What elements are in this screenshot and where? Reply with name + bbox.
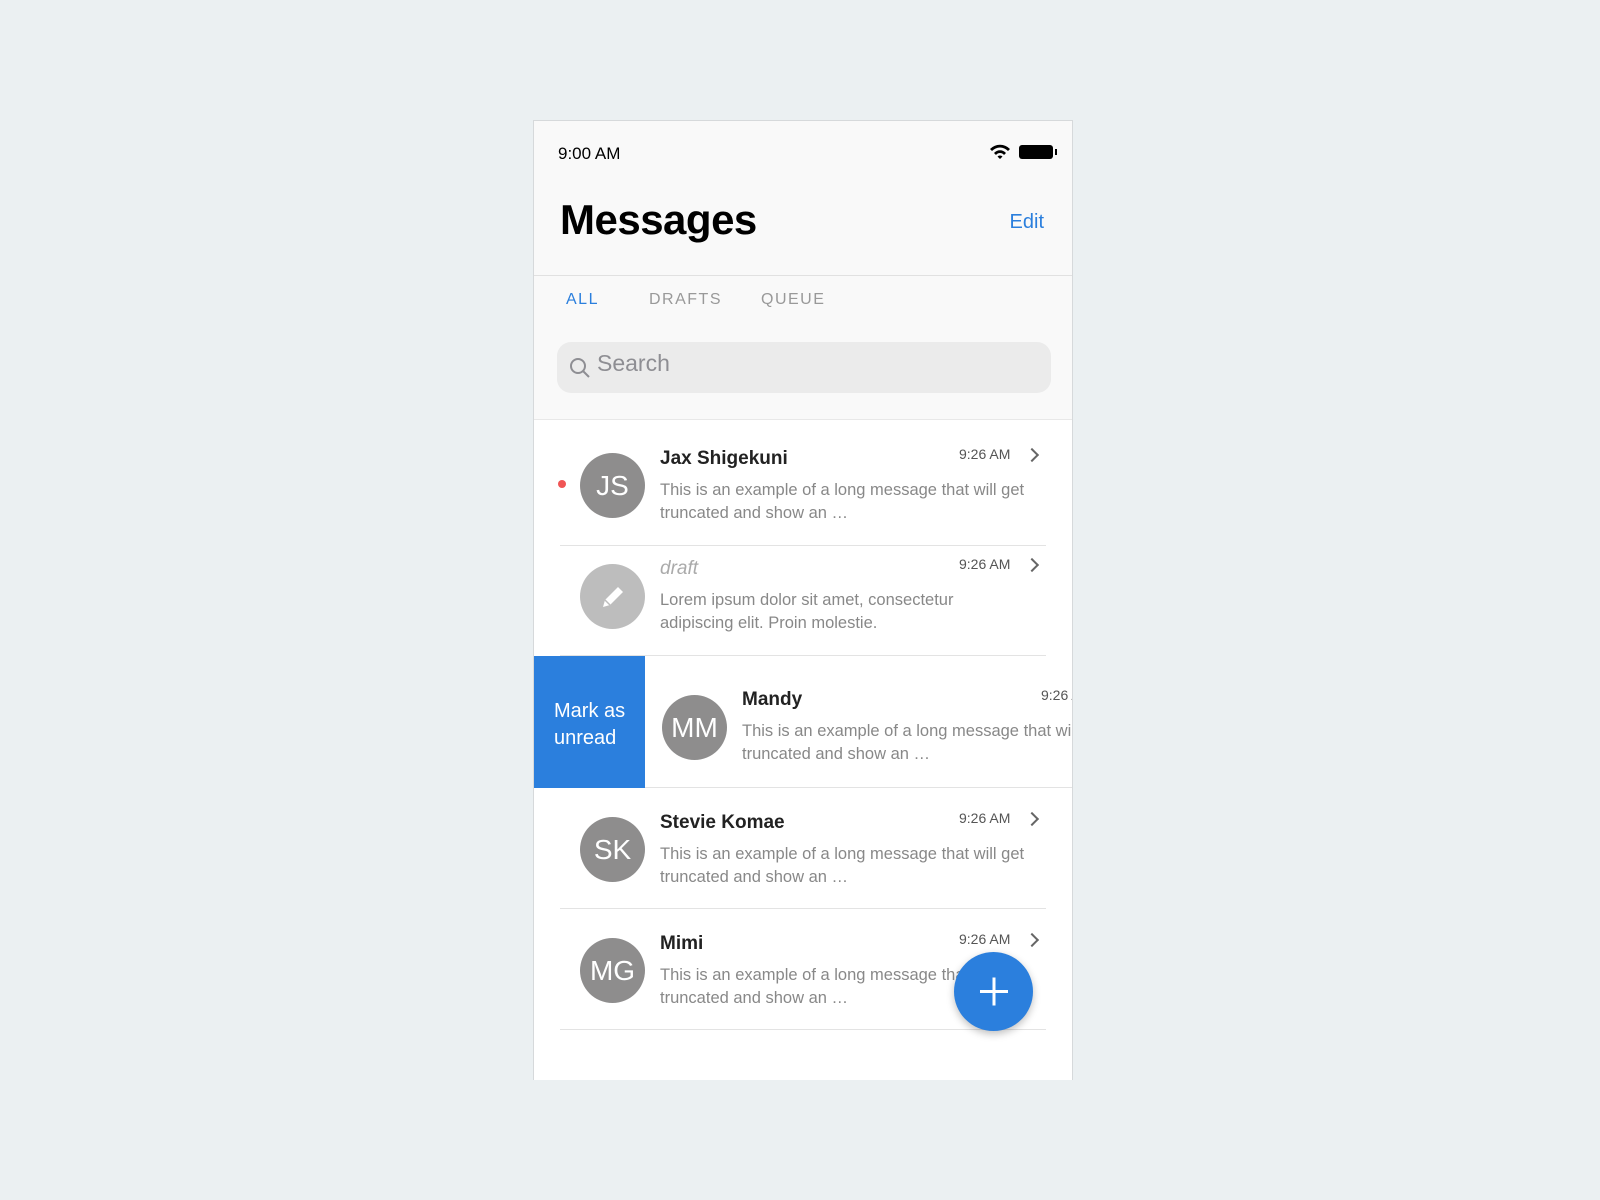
tab-all[interactable]: ALL <box>566 291 599 309</box>
message-time: 9:26 AM <box>959 931 1011 947</box>
message-time: 9:26 AM <box>959 446 1011 462</box>
draft-label: draft <box>660 558 699 579</box>
chevron-right-icon <box>1024 932 1040 948</box>
message-preview: This is an example of a long message tha… <box>742 722 1073 763</box>
edit-button[interactable]: Edit <box>1010 211 1044 234</box>
tab-drafts[interactable]: DRAFTS <box>649 291 722 309</box>
header: 9:00 AM Messages Edit ALL DRAFTS QUEUE <box>534 121 1072 419</box>
pencil-icon <box>602 586 623 607</box>
avatar: MG <box>580 938 645 1003</box>
compose-button[interactable] <box>954 952 1033 1031</box>
search-bar[interactable] <box>557 342 1051 393</box>
search-input[interactable] <box>597 350 1027 377</box>
sender-name: Jax Shigekuni <box>660 448 788 469</box>
message-time: 9:26 AM <box>959 556 1011 572</box>
sender-name: Stevie Komae <box>660 812 785 833</box>
draft-avatar <box>580 564 645 629</box>
sender-name: Mandy <box>742 689 803 710</box>
wifi-icon <box>990 144 1010 159</box>
divider <box>560 1029 1046 1030</box>
status-time: 9:00 AM <box>558 144 621 163</box>
unread-dot <box>558 480 566 488</box>
search-icon <box>570 358 590 378</box>
message-preview: This is an example of a long message tha… <box>660 481 1025 522</box>
avatar: JS <box>580 453 645 518</box>
page-title: Messages <box>560 196 757 243</box>
phone-screen: 9:00 AM Messages Edit ALL DRAFTS QUEUE J… <box>533 120 1073 1080</box>
battery-icon <box>1019 145 1057 159</box>
message-list: JS Jax Shigekuni 9:26 AM This is an exam… <box>534 419 1072 1030</box>
avatar: SK <box>580 817 645 882</box>
message-preview: Lorem ipsum dolor sit amet, consectetur … <box>660 591 954 632</box>
message-row-jax[interactable]: JS Jax Shigekuni 9:26 AM This is an exam… <box>534 420 1072 546</box>
message-row-mandy[interactable]: Mark as unread MM Mandy 9:26 AM This is … <box>534 656 1073 788</box>
message-row-stevie[interactable]: SK Stevie Komae 9:26 AM This is an examp… <box>534 789 1072 909</box>
message-time: 9:26 AM <box>959 810 1011 826</box>
avatar: MM <box>662 695 727 760</box>
chevron-right-icon <box>1024 447 1040 463</box>
tab-queue[interactable]: QUEUE <box>761 291 825 309</box>
mark-as-unread-button[interactable]: Mark as unread <box>534 656 645 788</box>
message-time: 9:26 AM <box>1041 687 1072 703</box>
message-row-draft[interactable]: draft 9:26 AM Lorem ipsum dolor sit amet… <box>534 546 1072 656</box>
sender-name: Mimi <box>660 933 704 954</box>
chevron-right-icon <box>1024 811 1040 827</box>
swiped-row-content: MM Mandy 9:26 AM This is an example of a… <box>645 656 1073 787</box>
message-preview: This is an example of a long message tha… <box>660 845 1025 886</box>
chevron-right-icon <box>1024 557 1040 573</box>
